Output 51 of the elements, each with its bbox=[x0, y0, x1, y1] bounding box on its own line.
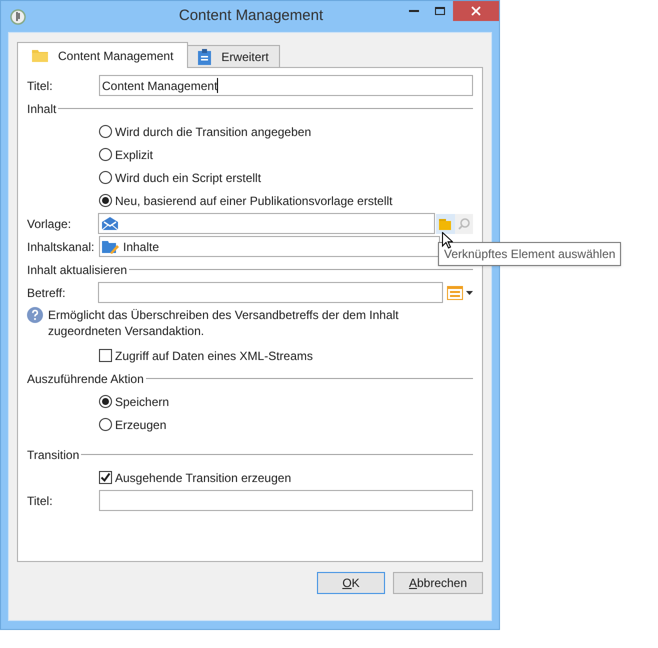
radio-button[interactable] bbox=[99, 395, 112, 408]
transition-title-field[interactable] bbox=[99, 490, 473, 511]
search-icon bbox=[458, 218, 470, 230]
radio-button[interactable] bbox=[99, 194, 112, 207]
checkbox-label: Zugriff auf Daten eines XML-Streams bbox=[115, 348, 313, 364]
radio-button[interactable] bbox=[99, 171, 112, 184]
radio-button[interactable] bbox=[99, 125, 112, 138]
section-heading: Inhalt aktualisieren bbox=[27, 262, 128, 278]
field-label: Titel: bbox=[27, 492, 54, 510]
radio-button[interactable] bbox=[99, 418, 112, 431]
field-label: Titel: bbox=[27, 78, 54, 94]
clipboard-icon bbox=[198, 48, 212, 64]
envelope-icon bbox=[101, 216, 120, 231]
help-icon bbox=[27, 307, 43, 323]
checkbox[interactable] bbox=[99, 349, 112, 362]
folder-pencil-icon bbox=[102, 239, 119, 254]
radio-label: Explizit bbox=[115, 146, 154, 164]
cursor-icon bbox=[442, 232, 453, 249]
window-title: Content Management bbox=[178, 6, 324, 26]
checkbox[interactable] bbox=[99, 471, 112, 484]
tooltip: Verknüpftes Element auswählen bbox=[438, 242, 622, 266]
radio-label: Neu, basierend auf einer Publikationsvorlage erstellt bbox=[115, 192, 392, 210]
radio-label: Speichern bbox=[115, 394, 170, 410]
section-heading: Auszuführende Aktion bbox=[27, 370, 144, 388]
window-dropdown-button[interactable] bbox=[447, 286, 473, 300]
title-field[interactable]: Content Management bbox=[99, 75, 473, 96]
field-label: Vorlage: bbox=[27, 216, 72, 232]
channel-field[interactable]: Inhalte bbox=[99, 236, 440, 257]
radio-label: Wird durch die Transition angegeben bbox=[115, 124, 312, 140]
dialog-button[interactable]: Abbrechen bbox=[393, 572, 483, 594]
dialog-button[interactable]: OK bbox=[317, 572, 385, 594]
tab[interactable]: Content Management bbox=[17, 42, 188, 68]
section-heading: Transition bbox=[27, 446, 80, 464]
radio-label: Wird duch ein Script erstellt bbox=[115, 170, 262, 186]
field-label: Betreff: bbox=[27, 284, 66, 302]
radio-label: Erzeugen bbox=[115, 416, 166, 434]
caret-icon bbox=[466, 290, 473, 294]
close-button[interactable] bbox=[453, 1, 499, 21]
folder-icon bbox=[32, 49, 48, 62]
radio-button[interactable] bbox=[99, 148, 112, 161]
tab[interactable]: Erweitert bbox=[188, 45, 280, 67]
subject-field[interactable] bbox=[98, 282, 443, 303]
app-icon bbox=[10, 8, 26, 24]
window-icon bbox=[447, 286, 463, 300]
section-heading: Inhalt bbox=[27, 100, 56, 118]
folder-icon bbox=[439, 218, 452, 230]
close-icon bbox=[471, 6, 481, 16]
template-field[interactable] bbox=[98, 213, 435, 234]
checkbox-label: Ausgehende Transition erzeugen bbox=[115, 470, 292, 486]
help-text: Ermöglicht das Überschreiben des Versandbetreffs der dem Inhalt zugeordneten Versandaktion. bbox=[48, 307, 400, 339]
field-label: Inhaltskanal: bbox=[27, 238, 96, 256]
